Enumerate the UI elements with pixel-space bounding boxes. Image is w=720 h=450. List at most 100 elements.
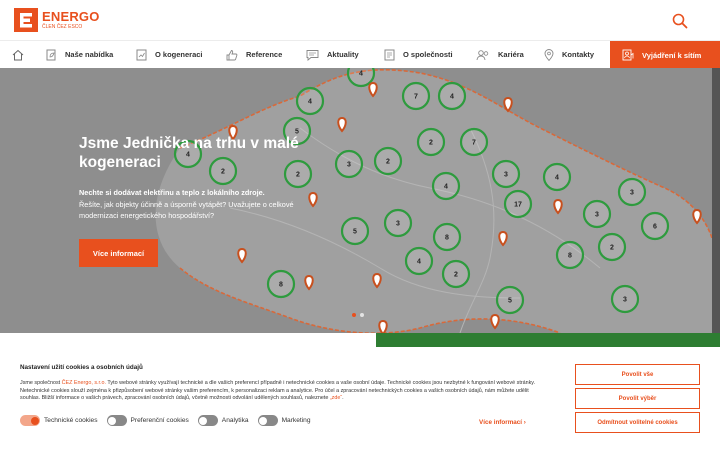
search-icon[interactable] <box>672 13 688 29</box>
map-cluster-count: 4 <box>359 71 363 78</box>
carousel-dots <box>352 313 364 317</box>
toggle-label: Marketing <box>281 417 311 424</box>
nav-item-label: O kogeneraci <box>155 50 203 59</box>
allow-selection-button[interactable]: Povolit výběr <box>575 388 700 409</box>
leaf-doc-icon <box>46 49 56 60</box>
map-cluster-count: 4 <box>444 184 448 191</box>
map-cluster-count: 8 <box>445 235 449 242</box>
map-pin-icon[interactable] <box>372 272 382 289</box>
map-pin-icon[interactable] <box>304 274 314 291</box>
nav-item-label: Naše nabídka <box>65 50 114 59</box>
hero-title: Jsme Jednička na trhu v malé kogeneraci <box>79 135 299 171</box>
map-pin-icon[interactable] <box>503 96 513 113</box>
brand-name: ENERGO <box>42 9 100 24</box>
map-cluster-count: 2 <box>386 159 390 166</box>
cookie-text: Jsme společnost ČEZ Energo, s.r.o. Tyto … <box>20 380 550 403</box>
document-icon <box>384 49 395 60</box>
hero-more-info-button[interactable]: Více informací <box>79 239 158 267</box>
map-pin-icon[interactable] <box>378 319 388 333</box>
nav-item-reference[interactable]: Reference <box>216 41 296 69</box>
toggle-switch[interactable] <box>20 415 40 426</box>
toggle-switch[interactable] <box>257 415 278 426</box>
map-cluster-count: 7 <box>414 94 418 101</box>
hero-body: Řešíte, jak objekty účinně a úsporně vyt… <box>79 200 294 220</box>
more-label: Více informací <box>479 419 523 426</box>
company-link[interactable]: ČEZ Energo, s.r.o. <box>62 380 106 386</box>
map-pin-icon[interactable] <box>553 198 563 215</box>
map-cluster-count: 3 <box>595 212 599 219</box>
toggle-marketing[interactable]: Marketing <box>257 415 311 426</box>
toggle-switch[interactable] <box>106 415 127 426</box>
map-pin-icon[interactable] <box>368 81 378 98</box>
map-cluster-count: 4 <box>450 94 454 101</box>
person-doc-icon <box>622 49 634 61</box>
nav-item-news[interactable]: Aktuality <box>296 41 374 69</box>
location-pin-icon <box>544 48 554 61</box>
nav-item-offer[interactable]: Naše nabídka <box>36 41 126 69</box>
nav-item-label: Aktuality <box>327 50 359 59</box>
hero-scrollbar[interactable] <box>712 68 720 333</box>
toggle-analytics[interactable]: Analytika <box>197 415 249 426</box>
map-cluster-count: 3 <box>396 221 400 228</box>
cookie-more-info-link[interactable]: Více informací › <box>479 419 526 426</box>
green-banner-strip <box>376 333 720 347</box>
toggle-preferences[interactable]: Preferenční cookies <box>106 415 189 426</box>
map-cluster-count: 2 <box>429 140 433 147</box>
nav-item-contacts[interactable]: Kontakty <box>534 41 606 69</box>
brand-tagline: ČLEN ČEZ ESCO <box>42 24 83 30</box>
hero-banner: 4 4 7 4 5 4 2 2 7 2 3 2 3 4 4 17 3 6 3 8 5 3 8 4 2 2 8 5 3 Jsme Jedn… <box>0 68 712 333</box>
map-cluster-count: 3 <box>504 172 508 179</box>
map-pin-icon[interactable] <box>237 247 247 264</box>
nav-item-cogeneration[interactable]: O kogeneraci <box>126 41 216 69</box>
map-cluster-count: 3 <box>623 297 627 304</box>
toggle-technical[interactable]: Technické cookies <box>20 415 98 426</box>
map-cluster-count: 5 <box>353 229 357 236</box>
nav-item-label: Reference <box>246 50 283 59</box>
logo[interactable]: ENERGO ČLEN ČEZ ESCO <box>14 8 100 32</box>
map-pin-icon[interactable] <box>498 230 508 247</box>
chat-icon <box>306 49 319 61</box>
carousel-dot[interactable] <box>352 313 356 317</box>
home-icon[interactable] <box>0 41 36 69</box>
map-cluster-count: 7 <box>472 140 476 147</box>
map-cluster-count: 4 <box>417 259 421 266</box>
map-pin-icon[interactable] <box>337 116 347 133</box>
thumbs-up-icon <box>226 49 238 60</box>
toggle-label: Preferenční cookies <box>130 417 189 424</box>
toggle-switch[interactable] <box>197 415 218 426</box>
cookie-text-end: . <box>342 395 344 402</box>
toggle-label: Analytika <box>221 417 249 424</box>
hero-text: Jsme Jednička na trhu v malé kogeneraci … <box>79 134 319 221</box>
map-pin-icon[interactable] <box>692 208 702 225</box>
nav-item-label: Kariéra <box>498 50 524 59</box>
map-cluster-count: 8 <box>568 253 572 260</box>
cookie-text-pre: Jsme společnost <box>20 380 62 386</box>
network-statement-button[interactable]: Vyjádření k sítím <box>610 41 720 69</box>
privacy-here-link[interactable]: „zde“ <box>330 395 342 401</box>
nav-item-company[interactable]: O společnosti <box>374 41 466 69</box>
map-cluster-count: 3 <box>347 162 351 169</box>
map-pin-icon[interactable] <box>490 313 500 330</box>
content-strip <box>0 333 376 347</box>
nav-item-career[interactable]: Kariéra <box>466 41 534 69</box>
allow-all-button[interactable]: Povolit vše <box>575 364 700 385</box>
map-cluster-count: 3 <box>630 190 634 197</box>
map-cluster-count: 6 <box>653 224 657 231</box>
top-bar: ENERGO ČLEN ČEZ ESCO <box>0 0 720 40</box>
map-cluster-count: 4 <box>308 99 312 106</box>
map-cluster-count: 8 <box>279 282 283 289</box>
carousel-dot[interactable] <box>360 313 364 317</box>
map-cluster-count: 4 <box>555 175 559 182</box>
nav-item-label: O společnosti <box>403 50 453 59</box>
hero-lead: Nechte si dodávat elektřinu a teplo z lo… <box>79 188 265 197</box>
cookie-toggles: Technické cookies Preferenční cookies An… <box>20 415 320 426</box>
chevron-right-icon: › <box>523 419 526 426</box>
map-cluster-count: 2 <box>454 272 458 279</box>
people-icon <box>476 49 489 60</box>
toggle-label: Technické cookies <box>44 417 98 424</box>
cta-label: Vyjádření k sítím <box>642 50 702 60</box>
chart-doc-icon <box>136 49 147 60</box>
reject-optional-button[interactable]: Odmítnout volitelné cookies <box>575 412 700 433</box>
nav-item-label: Kontakty <box>562 50 595 59</box>
map-cluster-count: 17 <box>514 202 522 209</box>
